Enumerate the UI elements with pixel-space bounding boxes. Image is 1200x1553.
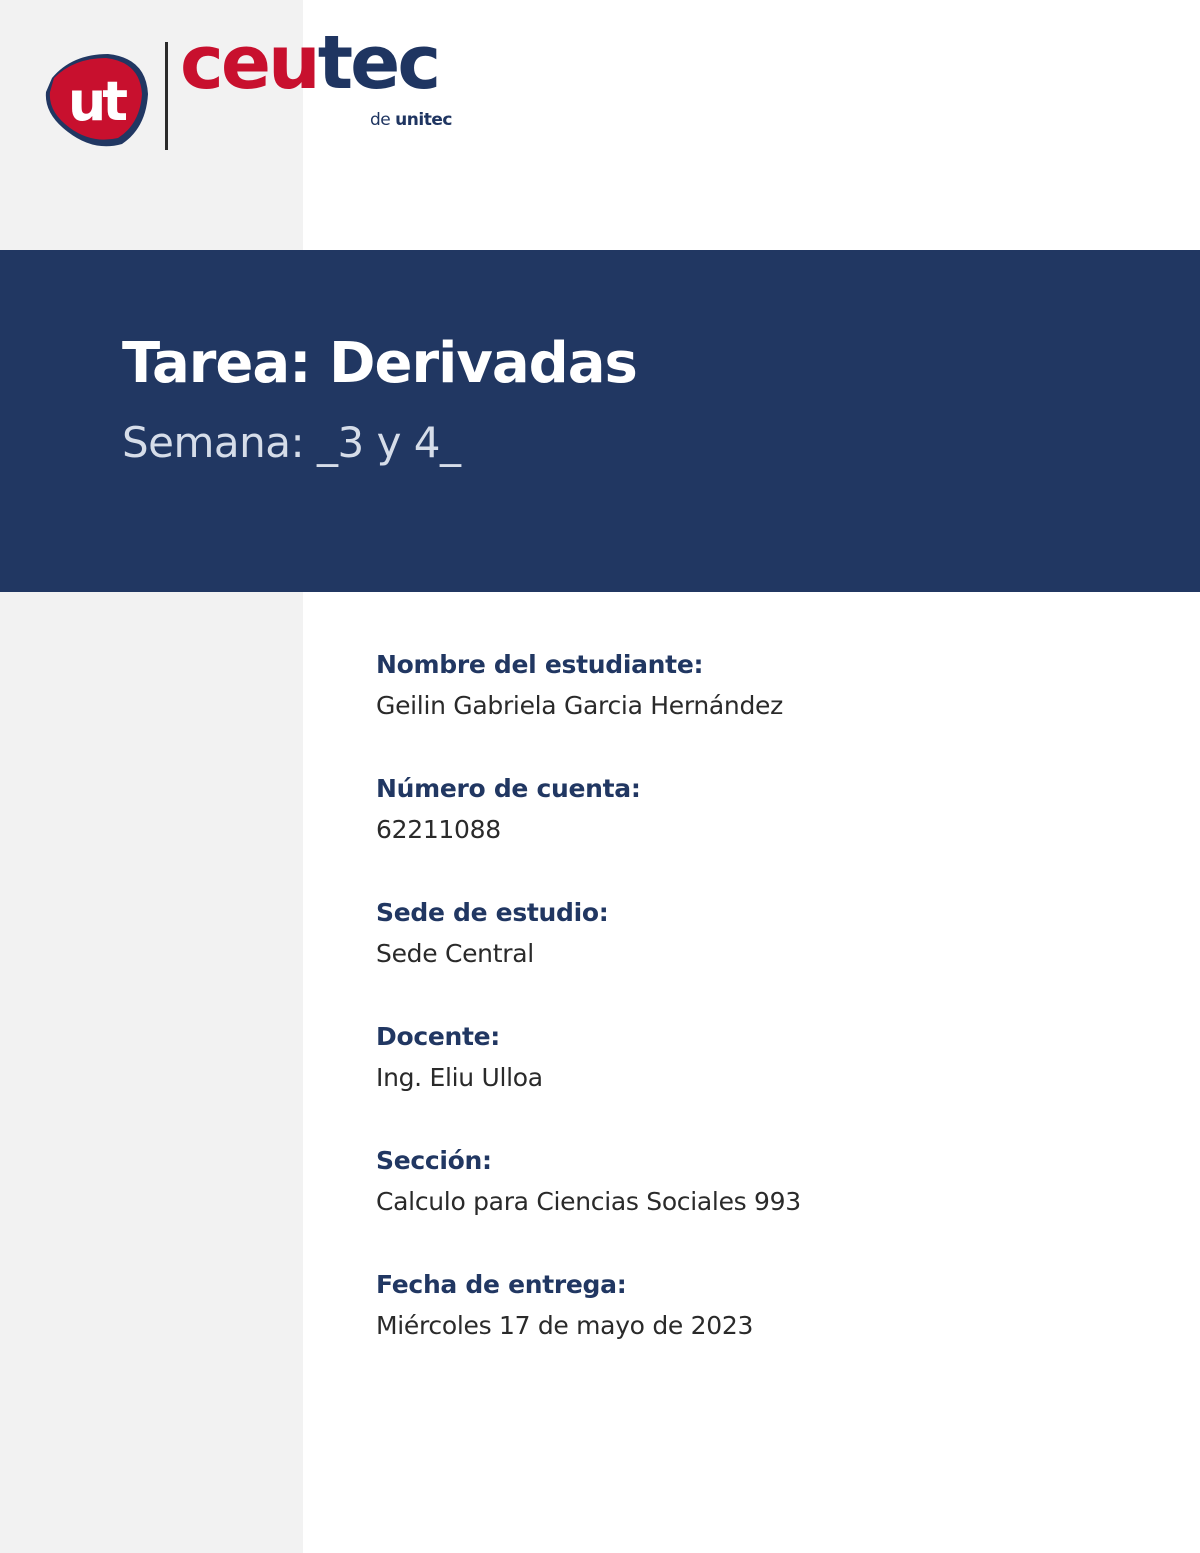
field-label: Fecha de entrega: <box>376 1270 627 1299</box>
field-value: Calculo para Ciencias Sociales 993 <box>376 1187 801 1216</box>
document-subtitle: Semana: _3 y 4_ <box>122 418 461 467</box>
field-label: Número de cuenta: <box>376 774 641 803</box>
field-label: Sección: <box>376 1146 492 1175</box>
field-label: Nombre del estudiante: <box>376 650 704 679</box>
field-value: Miércoles 17 de mayo de 2023 <box>376 1311 754 1340</box>
tagline-name: unitec <box>395 110 452 130</box>
field-teacher: Docente: Ing. Eliu Ulloa <box>376 1018 1156 1142</box>
left-gray-strip <box>0 0 303 1553</box>
field-value: Sede Central <box>376 939 534 968</box>
field-student-name: Nombre del estudiante: Geilin Gabriela G… <box>376 646 1156 770</box>
field-label: Docente: <box>376 1022 501 1051</box>
tagline-prefix: de <box>370 110 391 130</box>
badge-letters: ut <box>68 70 127 133</box>
field-label: Sede de estudio: <box>376 898 609 927</box>
student-info: Nombre del estudiante: Geilin Gabriela G… <box>376 646 1156 1390</box>
document-title: Tarea: Derivadas <box>122 331 638 396</box>
logo-tagline: de unitec <box>370 110 452 130</box>
ceutec-logo: ut ceutec de unitec <box>42 26 472 155</box>
field-section: Sección: Calculo para Ciencias Sociales … <box>376 1142 1156 1266</box>
field-value: 62211088 <box>376 815 501 844</box>
wordmark-blue-part: tec <box>317 20 441 106</box>
field-campus: Sede de estudio: Sede Central <box>376 894 1156 1018</box>
field-value: Geilin Gabriela Garcia Hernández <box>376 691 783 720</box>
wordmark-red-part: ceu <box>180 20 321 106</box>
field-due-date: Fecha de entrega: Miércoles 17 de mayo d… <box>376 1266 1156 1390</box>
ceutec-wordmark: ceutec <box>180 26 441 100</box>
field-value: Ing. Eliu Ulloa <box>376 1063 543 1092</box>
ut-badge-icon: ut <box>45 54 148 147</box>
field-account-number: Número de cuenta: 62211088 <box>376 770 1156 894</box>
logo-divider <box>165 42 168 150</box>
